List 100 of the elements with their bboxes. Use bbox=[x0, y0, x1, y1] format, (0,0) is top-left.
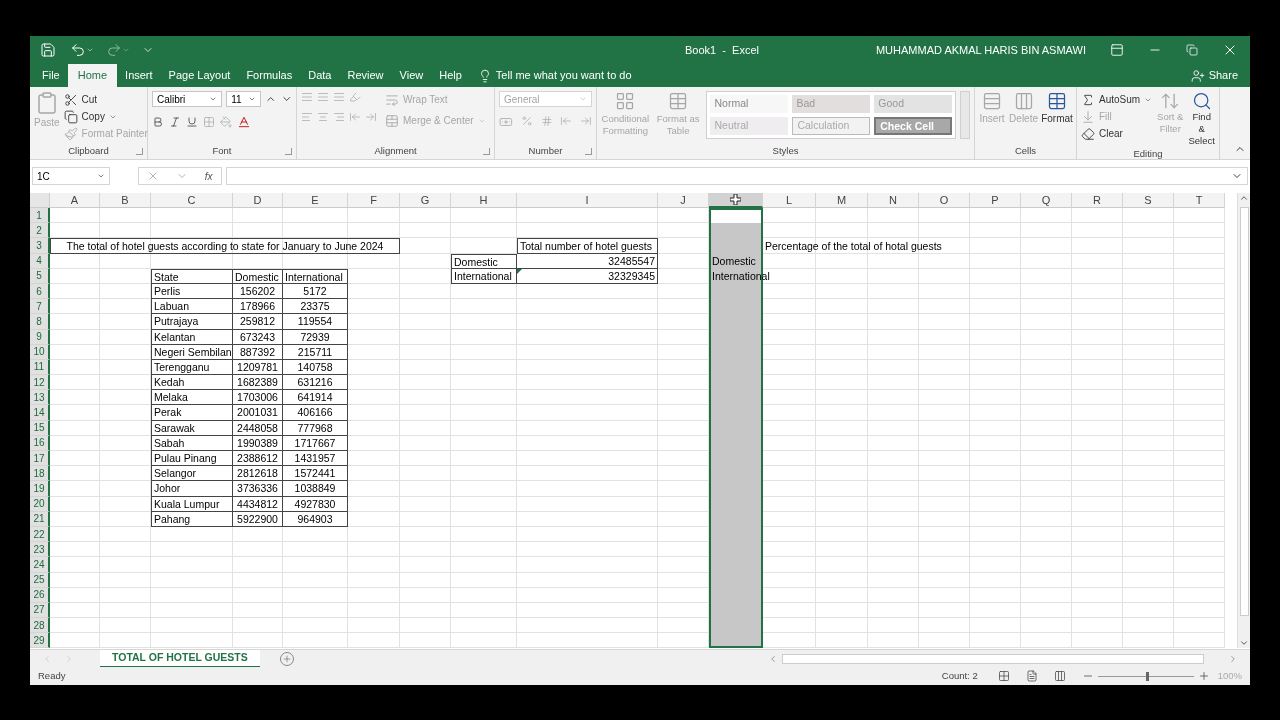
formula-input[interactable] bbox=[226, 167, 1248, 185]
column-header[interactable]: Q bbox=[1021, 193, 1072, 208]
cut-button[interactable]: Cut bbox=[63, 91, 148, 108]
dialog-launcher-icon[interactable] bbox=[285, 148, 292, 155]
page-layout-icon bbox=[1025, 670, 1038, 682]
ribbon-tab[interactable]: Review bbox=[339, 64, 392, 87]
row-header[interactable]: 17 bbox=[30, 451, 50, 467]
copy-button[interactable]: Copy bbox=[63, 108, 148, 125]
accounting-icon bbox=[499, 115, 513, 129]
ribbon-tab[interactable]: Data bbox=[300, 64, 340, 87]
row-header[interactable]: 28 bbox=[30, 618, 50, 634]
row-header[interactable]: 23 bbox=[30, 542, 50, 558]
row-header[interactable]: 1 bbox=[30, 208, 50, 224]
share-button[interactable]: Share bbox=[1178, 64, 1250, 87]
table-cell: 1717667 bbox=[283, 435, 348, 451]
sheet-tab[interactable]: TOTAL OF HOTEL GUESTS bbox=[100, 649, 260, 668]
column-header[interactable]: E bbox=[283, 193, 348, 208]
table-cell: 887392 bbox=[233, 344, 283, 360]
row-header[interactable]: 13 bbox=[30, 390, 50, 406]
row-header[interactable]: 18 bbox=[30, 466, 50, 482]
column-header[interactable]: S bbox=[1123, 193, 1174, 208]
font-color-icon bbox=[237, 115, 251, 129]
column-header[interactable]: D bbox=[233, 193, 283, 208]
clear-button[interactable]: Clear bbox=[1081, 125, 1153, 142]
row-header[interactable]: 29 bbox=[30, 633, 50, 649]
row-header[interactable]: 14 bbox=[30, 405, 50, 421]
undo-button[interactable] bbox=[70, 42, 94, 58]
ribbon-tab[interactable]: Insert bbox=[117, 64, 161, 87]
plus-icon bbox=[281, 653, 292, 664]
ribbon-tab[interactable]: File bbox=[34, 64, 68, 87]
column-header[interactable]: J bbox=[658, 193, 709, 208]
column-header[interactable] bbox=[709, 193, 763, 208]
table-cell: 1990389 bbox=[233, 435, 283, 451]
vertical-scrollbar[interactable] bbox=[1237, 193, 1250, 649]
cell-text: Percentage of the total of hotal guests bbox=[765, 238, 942, 253]
dialog-launcher-icon[interactable] bbox=[483, 148, 490, 155]
row-header[interactable]: 24 bbox=[30, 557, 50, 573]
column-header[interactable]: C bbox=[151, 193, 233, 208]
zoom-thumb[interactable] bbox=[1145, 671, 1149, 681]
table-cell: 673243 bbox=[233, 329, 283, 345]
page-break-icon bbox=[1053, 670, 1066, 682]
select-all-corner[interactable] bbox=[30, 193, 50, 208]
restore-button[interactable] bbox=[1186, 44, 1198, 56]
font-size-dropdown[interactable]: 11 bbox=[226, 91, 262, 107]
cells-button[interactable]: Format bbox=[1042, 91, 1072, 126]
column-header[interactable]: A bbox=[50, 193, 100, 208]
tell-me-field[interactable]: Tell me what you want to do bbox=[469, 64, 640, 87]
column-header[interactable]: N bbox=[868, 193, 919, 208]
column-header[interactable]: T bbox=[1174, 193, 1225, 208]
redo-icon bbox=[106, 42, 122, 58]
copy-icon bbox=[63, 109, 78, 124]
group-label: Styles bbox=[772, 144, 799, 159]
row-header[interactable]: 3 bbox=[30, 238, 50, 254]
table-cell: Pulau Pinang bbox=[151, 451, 233, 467]
ribbon-tab[interactable]: Home bbox=[67, 64, 118, 87]
insert-function-button[interactable]: fx bbox=[204, 168, 213, 184]
top-align-icon bbox=[301, 91, 313, 103]
name-box[interactable]: 1C bbox=[32, 167, 110, 185]
column-header[interactable]: O bbox=[919, 193, 970, 208]
row-header[interactable]: 7 bbox=[30, 299, 50, 315]
insert-cells-icon bbox=[982, 91, 1003, 111]
font-name-dropdown[interactable]: Calibri bbox=[152, 91, 223, 107]
ribbon-display-options-button[interactable] bbox=[1110, 43, 1124, 57]
table-cell: 1682389 bbox=[233, 375, 283, 391]
dialog-launcher-icon[interactable] bbox=[136, 148, 143, 155]
column-header[interactable]: P bbox=[970, 193, 1021, 208]
save-icon bbox=[40, 42, 56, 58]
active-cell[interactable] bbox=[709, 208, 763, 224]
find-select-button[interactable]: Find & Select bbox=[1188, 91, 1215, 147]
column-header[interactable]: I bbox=[517, 193, 658, 208]
row-header[interactable]: 19 bbox=[30, 481, 50, 497]
ribbon-tab[interactable]: Formulas bbox=[238, 64, 301, 87]
column-header[interactable]: B bbox=[100, 193, 151, 208]
ribbon-tab[interactable]: View bbox=[391, 64, 432, 87]
table-icon bbox=[668, 91, 689, 111]
table-header-cell: International bbox=[283, 268, 348, 284]
column-header[interactable]: R bbox=[1072, 193, 1123, 208]
save-button[interactable] bbox=[38, 40, 58, 60]
column-header[interactable]: H bbox=[451, 193, 517, 208]
row-header[interactable]: 12 bbox=[30, 375, 50, 391]
merge-cells-icon bbox=[385, 113, 399, 128]
bold-icon bbox=[152, 116, 164, 128]
column-header[interactable]: G bbox=[400, 193, 451, 208]
autosum-button[interactable]: AutoSum bbox=[1081, 91, 1153, 108]
conditional-formatting-icon bbox=[615, 91, 636, 111]
cell-style[interactable]: Normal bbox=[710, 95, 789, 113]
dialog-launcher-icon[interactable] bbox=[585, 148, 592, 155]
zoom-in-icon bbox=[1197, 670, 1210, 682]
table-cell: Selangor bbox=[151, 466, 233, 482]
column-header[interactable]: M bbox=[816, 193, 868, 208]
ribbon-tab[interactable]: Page Layout bbox=[160, 64, 239, 87]
scroll-right-icon bbox=[1228, 653, 1238, 664]
row-header[interactable]: 2 bbox=[30, 223, 50, 239]
column-header[interactable]: F bbox=[348, 193, 400, 208]
group-label: Number bbox=[528, 144, 563, 159]
row-header[interactable]: 8 bbox=[30, 314, 50, 330]
zoom-slider[interactable] bbox=[1097, 671, 1194, 681]
caret-icon bbox=[97, 172, 105, 180]
ribbon-tab[interactable]: Help bbox=[431, 64, 470, 87]
column-header[interactable]: L bbox=[763, 193, 816, 208]
